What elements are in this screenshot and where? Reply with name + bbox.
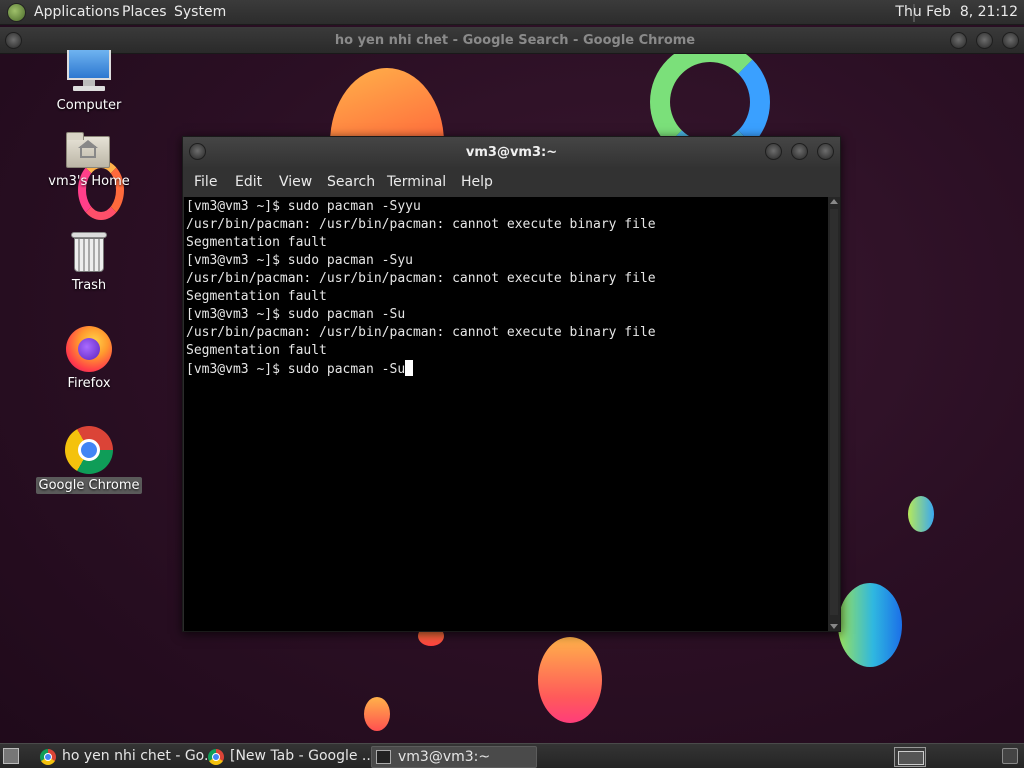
home-folder-icon (66, 130, 112, 170)
gnome-foot-icon[interactable] (7, 3, 26, 22)
taskbar-item-chrome-search[interactable]: ho yen nhi chet - Go... (36, 746, 217, 768)
show-desktop-icon[interactable] (3, 748, 19, 764)
terminal-line: Segmentation fault (186, 289, 327, 304)
desktop-icon-trash[interactable]: Trash (34, 230, 144, 294)
menu-edit[interactable]: Edit (235, 174, 262, 190)
scroll-down-arrow-icon[interactable] (830, 624, 838, 629)
terminal-titlebar[interactable]: vm3@vm3:~ (183, 137, 840, 167)
wallpaper-blob (364, 697, 390, 731)
desktop-icon-firefox[interactable]: Firefox (34, 326, 144, 392)
taskbar-item-label: vm3@vm3:~ (398, 749, 491, 765)
menu-file[interactable]: File (194, 174, 217, 190)
terminal-line: /usr/bin/pacman: /usr/bin/pacman: cannot… (186, 325, 656, 340)
terminal-line: [vm3@vm3 ~]$ sudo pacman -Su (186, 307, 406, 322)
scroll-up-arrow-icon[interactable] (830, 199, 838, 204)
trash-applet-icon[interactable] (1002, 748, 1018, 764)
terminal-line: Segmentation fault (186, 343, 327, 358)
scrollbar-thumb[interactable] (830, 209, 838, 615)
desktop-icon-label: Trash (71, 278, 107, 293)
terminal-line: [vm3@vm3 ~]$ sudo pacman -Syyu (186, 199, 421, 214)
close-button[interactable] (817, 143, 834, 160)
wallpaper-blob (538, 637, 602, 723)
computer-icon (65, 50, 113, 94)
menu-view[interactable]: View (279, 174, 312, 190)
terminal-prompt-line: [vm3@vm3 ~]$ sudo pacman -Su (186, 360, 414, 379)
taskbar-item-chrome-newtab[interactable]: [New Tab - Google ... (204, 746, 375, 768)
terminal-line: [vm3@vm3 ~]$ sudo pacman -Syu (186, 253, 413, 268)
workspace-switcher[interactable] (894, 747, 926, 767)
text-cursor (405, 360, 414, 376)
places-menu[interactable]: Places (122, 4, 167, 20)
desktop-icon-label: Firefox (67, 376, 111, 391)
menu-search[interactable]: Search (327, 174, 375, 190)
terminal-prompt: [vm3@vm3 ~]$ sudo pacman -Su (186, 362, 406, 377)
desktop-icon-computer[interactable]: Computer (34, 50, 144, 114)
minimize-button[interactable] (765, 143, 782, 160)
terminal-screen[interactable]: [vm3@vm3 ~]$ sudo pacman -Syyu /usr/bin/… (184, 197, 828, 631)
desktop-icon-label: Computer (56, 98, 122, 113)
desktop-icon-home[interactable]: vm3's Home (34, 130, 144, 190)
system-menu[interactable]: System (174, 4, 226, 20)
taskbar-item-label: [New Tab - Google ... (230, 748, 376, 764)
bottom-taskbar: ho yen nhi chet - Go... [New Tab - Googl… (0, 743, 1024, 768)
maximize-button[interactable] (976, 32, 993, 49)
trash-icon (69, 230, 109, 274)
maximize-button[interactable] (791, 143, 808, 160)
chrome-icon (40, 749, 56, 765)
chrome-window-titlebar[interactable]: ho yen nhi chet - Google Search - Google… (0, 27, 1024, 54)
desktop-icon-label: vm3's Home (48, 174, 130, 189)
terminal-line: Segmentation fault (186, 235, 327, 250)
menu-help[interactable]: Help (461, 174, 493, 190)
terminal-scrollbar[interactable] (828, 197, 840, 631)
top-panel: Applications Places System Thu Feb 8, 21… (0, 0, 1024, 25)
terminal-title: vm3@vm3:~ (465, 145, 558, 160)
chrome-icon (208, 749, 224, 765)
chrome-icon (65, 426, 113, 474)
applications-menu[interactable]: Applications (34, 4, 120, 20)
menu-terminal[interactable]: Terminal (387, 174, 446, 190)
wallpaper-blob (908, 496, 934, 532)
desktop-icon-chrome[interactable]: Google Chrome (34, 426, 144, 494)
desktop-icon-label: Google Chrome (35, 477, 143, 494)
terminal-icon (376, 750, 391, 764)
terminal-line: /usr/bin/pacman: /usr/bin/pacman: cannot… (186, 217, 656, 232)
minimize-button[interactable] (950, 32, 967, 49)
chrome-window-title: ho yen nhi chet - Google Search - Google… (334, 33, 696, 48)
clock[interactable]: Thu Feb 8, 21:12 (895, 4, 1018, 20)
firefox-icon (66, 326, 112, 372)
wallpaper-blob (838, 583, 902, 667)
terminal-line: /usr/bin/pacman: /usr/bin/pacman: cannot… (186, 271, 656, 286)
desktop: Applications Places System Thu Feb 8, 21… (0, 0, 1024, 768)
close-button[interactable] (1002, 32, 1019, 49)
terminal-window[interactable]: vm3@vm3:~ File Edit View Search Terminal… (182, 136, 841, 632)
taskbar-item-label: ho yen nhi chet - Go... (62, 748, 218, 764)
taskbar-item-terminal[interactable]: vm3@vm3:~ (371, 746, 537, 768)
